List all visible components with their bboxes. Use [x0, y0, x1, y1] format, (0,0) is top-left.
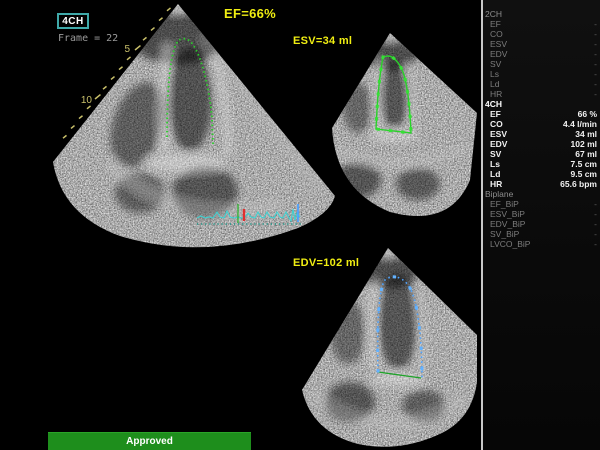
panel-row-value: - — [594, 199, 597, 209]
panel-row-value: 34 ml — [575, 129, 597, 139]
panel-row-label: ESV — [490, 39, 507, 49]
panel-row-value: 65.6 bpm — [560, 179, 597, 189]
panel-row-label: EF — [490, 19, 501, 29]
view-mode-badge: 4CH — [57, 13, 89, 29]
panel-row-label: CO — [490, 119, 503, 129]
panel-row-label: SV — [490, 59, 501, 69]
esv-result-label: ESV=34 ml — [293, 35, 352, 47]
panel-row-value: - — [594, 79, 597, 89]
panel-row-ld: Ld - — [483, 79, 600, 89]
measurement-panel-rows: 2CHEF-CO-ESV-EDV-SV-Ls-Ld-HR-4CHEF66 %CO… — [483, 9, 600, 249]
panel-row-ld: Ld 9.5 cm — [483, 169, 600, 179]
panel-row-value: - — [594, 209, 597, 219]
ef-result-label: EF=66% — [224, 6, 276, 21]
panel-row-value: - — [594, 229, 597, 239]
panel-row-label: Ld — [490, 169, 500, 179]
depth-ruler-tick — [103, 86, 107, 89]
panel-row-lvco_bip: LVCO_BiP - — [483, 239, 600, 249]
depth-ruler-tick — [111, 77, 115, 80]
panel-row-label: EDV — [490, 139, 507, 149]
panel-row-value: - — [594, 19, 597, 29]
depth-ruler-tick — [79, 116, 83, 119]
depth-ruler-tick — [151, 28, 155, 31]
panel-section-2ch: 2CH — [483, 9, 600, 19]
panel-row-esv: ESV - — [483, 39, 600, 49]
measurement-panel: 2CHEF-CO-ESV-EDV-SV-Ls-Ld-HR-4CHEF66 %CO… — [481, 0, 600, 450]
panel-row-value: - — [594, 39, 597, 49]
panel-row-value: 9.5 cm — [571, 169, 597, 179]
panel-row-label: EF — [490, 109, 501, 119]
depth-ruler-tick — [143, 37, 147, 40]
panel-row-label: ESV_BiP — [490, 209, 525, 219]
panel-row-label: EDV_BiP — [490, 219, 525, 229]
depth-ruler-tick — [95, 95, 100, 99]
panel-row-sv: SV - — [483, 59, 600, 69]
panel-row-value: 7.5 cm — [571, 159, 597, 169]
panel-row-value: - — [594, 59, 597, 69]
depth-ruler-tick — [63, 135, 67, 138]
panel-row-value: 4.4 l/min — [563, 119, 597, 129]
panel-row-label: EF_BiP — [490, 199, 519, 209]
panel-row-hr: HR 65.6 bpm — [483, 179, 600, 189]
echocardiography-review-screen: 5 10 — [0, 0, 600, 450]
panel-row-hr: HR - — [483, 89, 600, 99]
panel-row-co: CO - — [483, 29, 600, 39]
panel-row-value: - — [594, 239, 597, 249]
panel-row-label: LVCO_BiP — [490, 239, 530, 249]
panel-row-ls: Ls 7.5 cm — [483, 159, 600, 169]
panel-section-biplane: Biplane — [483, 189, 600, 199]
frame-counter: Frame = 22 — [58, 33, 118, 44]
edv-frame-image[interactable] — [302, 247, 477, 447]
panel-row-label: SV_BiP — [490, 229, 519, 239]
panel-row-ls: Ls - — [483, 69, 600, 79]
depth-ruler-tick — [71, 126, 75, 129]
depth-ruler-tick — [119, 67, 123, 70]
panel-row-label: HR — [490, 89, 502, 99]
panel-row-label: 2CH — [485, 9, 502, 19]
depth-ruler-tick — [159, 18, 163, 21]
panel-row-ef: EF - — [483, 19, 600, 29]
panel-row-value: - — [594, 29, 597, 39]
panel-row-value: 102 ml — [571, 139, 597, 149]
panel-row-label: Ls — [490, 69, 499, 79]
panel-row-label: HR — [490, 179, 502, 189]
panel-row-esv: ESV 34 ml — [483, 129, 600, 139]
panel-row-sv: SV 67 ml — [483, 149, 600, 159]
panel-row-label: SV — [490, 149, 501, 159]
panel-row-ef: EF 66 % — [483, 109, 600, 119]
panel-row-co: CO 4.4 l/min — [483, 119, 600, 129]
depth-ruler-tick — [87, 106, 91, 109]
panel-row-edv: EDV 102 ml — [483, 139, 600, 149]
panel-row-value: - — [594, 49, 597, 59]
esv-frame-image[interactable] — [332, 32, 477, 217]
panel-section-4ch: 4CH — [483, 99, 600, 109]
depth-ruler-label-5: 5 — [124, 44, 130, 55]
panel-row-value: 67 ml — [575, 149, 597, 159]
depth-ruler-label-10: 10 — [81, 95, 93, 106]
panel-row-edv_bip: EDV_BiP - — [483, 219, 600, 229]
depth-ruler-tick — [135, 46, 140, 50]
panel-row-label: Biplane — [485, 189, 513, 199]
panel-row-label: CO — [490, 29, 503, 39]
edv-result-label: EDV=102 ml — [293, 257, 359, 269]
panel-row-label: ESV — [490, 129, 507, 139]
panel-row-value: 66 % — [578, 109, 597, 119]
panel-row-label: EDV — [490, 49, 507, 59]
depth-ruler-tick — [167, 8, 171, 11]
panel-row-sv_bip: SV_BiP - — [483, 229, 600, 239]
panel-row-label: Ld — [490, 79, 499, 89]
panel-row-label: 4CH — [485, 99, 502, 109]
panel-row-ef_bip: EF_BiP - — [483, 199, 600, 209]
panel-row-value: - — [594, 69, 597, 79]
panel-row-edv: EDV - — [483, 49, 600, 59]
depth-ruler-tick — [127, 57, 131, 60]
approved-button[interactable]: Approved — [48, 432, 251, 450]
panel-row-esv_bip: ESV_BiP - — [483, 209, 600, 219]
panel-row-label: Ls — [490, 159, 500, 169]
panel-row-value: - — [594, 219, 597, 229]
panel-row-value: - — [594, 89, 597, 99]
